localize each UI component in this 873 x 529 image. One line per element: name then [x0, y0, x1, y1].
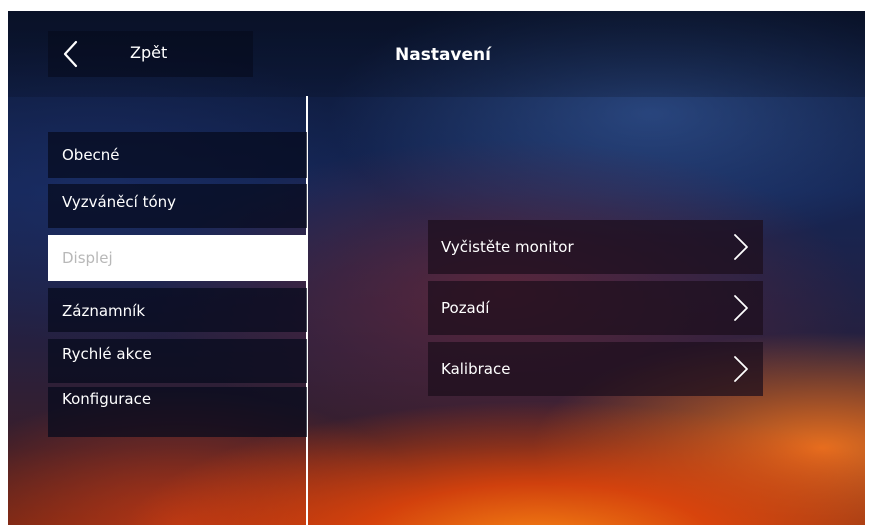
option-vycistete-monitor[interactable]: Vyčistěte monitor — [428, 220, 763, 274]
menu-item-label: Záznamník — [62, 302, 146, 320]
menu-item-konfigurace[interactable]: Konfigurace — [48, 387, 307, 437]
menu-item-zaznamnik[interactable]: Záznamník — [48, 288, 307, 332]
menu-item-label: Obecné — [62, 146, 120, 164]
menu-item-obecne[interactable]: Obecné — [48, 132, 307, 178]
menu-item-displej[interactable]: Displej — [48, 235, 307, 281]
chevron-right-icon — [734, 234, 748, 260]
option-label: Kalibrace — [441, 360, 511, 378]
page-title: Nastavení — [395, 45, 491, 65]
option-label: Pozadí — [441, 299, 490, 317]
menu-item-label: Vyzváněcí tóny — [62, 193, 177, 211]
chevron-right-icon — [734, 295, 748, 321]
back-label: Zpět — [130, 43, 168, 62]
menu-item-vyzvaneci-tony[interactable]: Vyzváněcí tóny — [48, 184, 307, 228]
menu-item-label: Konfigurace — [62, 390, 152, 408]
menu-item-rychle-akce[interactable]: Rychlé akce — [48, 339, 307, 383]
menu-item-label: Rychlé akce — [62, 345, 152, 363]
option-pozadi[interactable]: Pozadí — [428, 281, 763, 335]
option-label: Vyčistěte monitor — [441, 238, 574, 256]
device-frame: Zpět Nastavení Obecné Vyzváněcí tóny Dis… — [0, 0, 873, 529]
menu-item-label: Displej — [62, 249, 113, 267]
chevron-right-icon — [734, 356, 748, 382]
option-kalibrace[interactable]: Kalibrace — [428, 342, 763, 396]
chevron-left-icon — [63, 40, 78, 68]
back-button[interactable]: Zpět — [48, 31, 253, 77]
settings-screen: Zpět Nastavení Obecné Vyzváněcí tóny Dis… — [8, 11, 865, 525]
